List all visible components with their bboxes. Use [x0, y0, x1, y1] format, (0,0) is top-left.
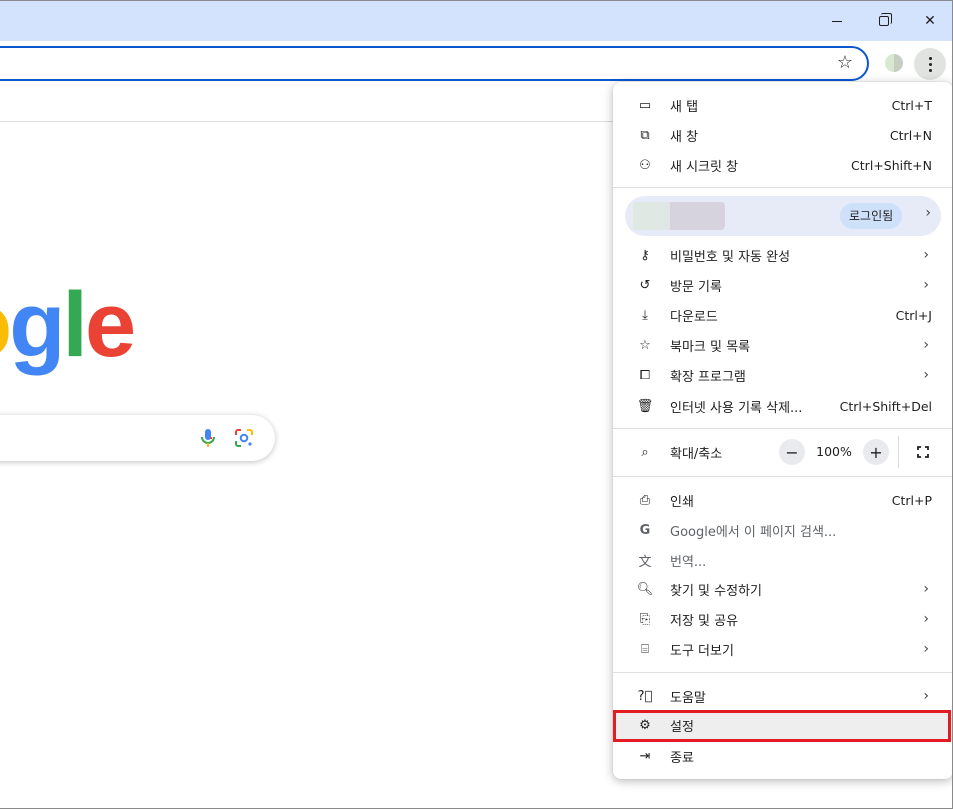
profile-row[interactable]: 로그인됨 ›	[625, 196, 941, 236]
save-share-icon: ⎘	[639, 611, 651, 627]
menu-item-translate[interactable]: 文 번역...	[613, 545, 952, 575]
chevron-right-icon: ›	[923, 641, 929, 657]
menu-item-print[interactable]: ⎙ 인쇄 Ctrl+P	[613, 485, 952, 515]
restore-icon	[879, 13, 892, 26]
menu-item-downloads[interactable]: ⤓ 다운로드 Ctrl+J	[613, 300, 952, 330]
menu-item-clear-history[interactable]: 🗑 인터넷 사용 기록 삭제... Ctrl+Shift+Del	[613, 391, 952, 421]
menu-item-save-share[interactable]: ⎘ 저장 및 공유 ›	[613, 604, 952, 634]
google-g-icon: G	[639, 522, 651, 538]
toolbox-icon: ⌸	[641, 641, 649, 657]
exit-icon: ⇥	[639, 748, 651, 764]
menu-separator	[613, 428, 952, 429]
profile-avatar[interactable]	[885, 54, 903, 72]
close-button[interactable]: ✕	[907, 1, 952, 41]
title-bar	[0, 1, 952, 41]
incognito-icon: ⚇	[639, 157, 651, 173]
new-window-icon: ⧉	[640, 127, 650, 143]
puzzle-icon: ⧠	[639, 367, 651, 383]
zoom-out-button[interactable]: −	[779, 439, 805, 465]
restore-button[interactable]	[861, 1, 907, 41]
minimize-icon	[832, 20, 842, 22]
translate-icon: 文	[638, 554, 652, 570]
minimize-button[interactable]	[814, 1, 860, 41]
menu-item-new-tab[interactable]: ▭ 새 탭 Ctrl+T	[613, 90, 952, 120]
menu-item-find[interactable]: 🔍︎ 찾기 및 수정하기 ›	[613, 574, 952, 604]
find-icon: 🔍︎	[636, 581, 654, 597]
history-icon: ↺	[639, 277, 651, 293]
chevron-right-icon: ›	[923, 581, 929, 597]
zoom-row: ⌕ 확대/축소 − 100% +	[613, 436, 952, 468]
menu-item-incognito[interactable]: ⚇ 새 시크릿 창 Ctrl+Shift+N	[613, 150, 952, 180]
signed-in-badge: 로그인됨	[840, 203, 903, 229]
menu-item-exit[interactable]: ⇥ 종료	[613, 741, 952, 771]
trash-icon: 🗑	[636, 398, 654, 414]
chevron-right-icon: ›	[923, 247, 929, 263]
bookmark-star-icon[interactable]: ☆	[834, 51, 856, 73]
chevron-right-icon: ›	[925, 205, 931, 221]
google-lens-icon[interactable]	[234, 428, 254, 448]
menu-item-help[interactable]: ?⃝ 도움말 ›	[613, 681, 952, 711]
star-icon: ☆	[639, 337, 651, 353]
zoom-divider	[898, 436, 899, 468]
print-icon: ⎙	[639, 492, 651, 508]
fullscreen-icon[interactable]	[913, 442, 933, 462]
menu-item-more-tools[interactable]: ⌸ 도구 더보기 ›	[613, 634, 952, 664]
menu-item-history[interactable]: ↺ 방문 기록 ›	[613, 270, 952, 300]
menu-item-search-page[interactable]: G Google에서 이 페이지 검색...	[613, 515, 952, 545]
menu-separator	[613, 476, 952, 477]
menu-item-extensions[interactable]: ⧠ 확장 프로그램 ›	[613, 360, 952, 390]
chevron-right-icon: ›	[923, 611, 929, 627]
profile-name-blurred	[633, 202, 725, 230]
download-icon: ⤓	[642, 307, 648, 323]
zoom-in-button[interactable]: +	[863, 439, 889, 465]
settings-highlight-box	[613, 710, 951, 742]
menu-separator	[613, 672, 952, 673]
chevron-right-icon: ›	[923, 277, 929, 293]
chevron-right-icon: ›	[923, 688, 929, 704]
zoom-icon: ⌕	[641, 444, 649, 460]
address-bar[interactable]	[0, 46, 869, 81]
chrome-menu: ▭ 새 탭 Ctrl+T ⧉ 새 창 Ctrl+N ⚇ 새 시크릿 창 Ctrl…	[613, 82, 952, 779]
menu-item-new-window[interactable]: ⧉ 새 창 Ctrl+N	[613, 120, 952, 150]
chevron-right-icon: ›	[923, 337, 929, 353]
new-tab-icon: ▭	[638, 97, 652, 113]
menu-separator	[613, 187, 952, 188]
menu-item-bookmarks[interactable]: ☆ 북마크 및 목록 ›	[613, 330, 952, 360]
menu-item-passwords[interactable]: ⚷ 비밀번호 및 자동 완성 ›	[613, 240, 952, 270]
more-menu-button[interactable]	[914, 48, 946, 80]
microphone-icon[interactable]	[198, 427, 218, 449]
browser-window: ✕ ☆ ogle ▭ 새 탭 Ctrl+T ⧉ 새 창 Ctrl+N ⚇	[0, 0, 953, 809]
chevron-right-icon: ›	[923, 367, 929, 383]
toolbar	[0, 41, 952, 87]
key-icon: ⚷	[640, 247, 650, 263]
help-icon: ?⃝	[637, 688, 653, 704]
zoom-value: 100%	[816, 444, 852, 459]
close-icon: ✕	[924, 13, 936, 29]
google-logo: ogle	[0, 274, 136, 376]
